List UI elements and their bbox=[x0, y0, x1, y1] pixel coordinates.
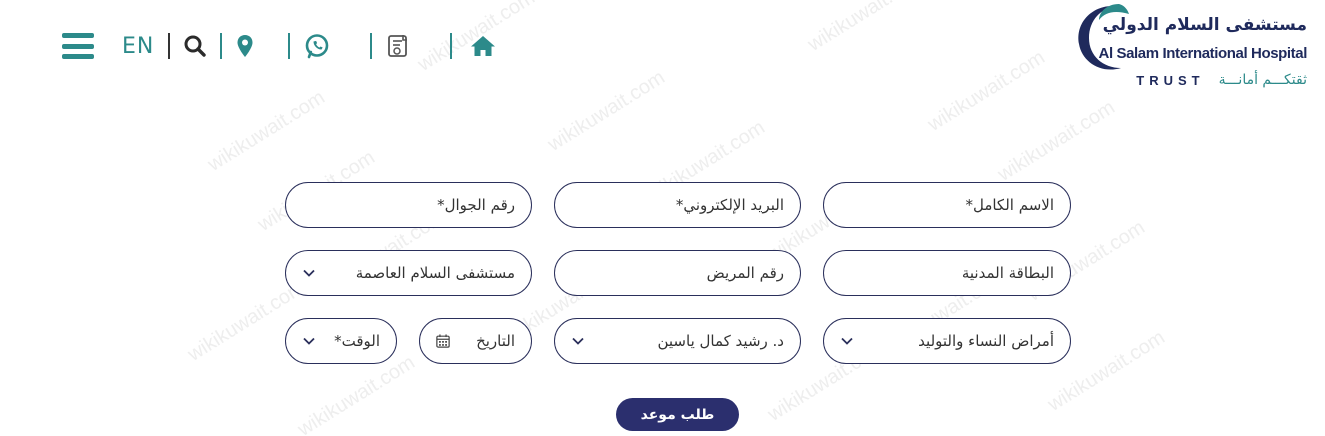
menu-icon[interactable] bbox=[62, 33, 94, 59]
hospital-logo[interactable]: مستشفى السلام الدولي Al Salam Internatio… bbox=[1073, 2, 1309, 92]
doctor-select-value: د. رشيد كمال ياسين bbox=[657, 332, 784, 350]
watermark-text: wikikuwait.com bbox=[544, 66, 669, 156]
nav-divider bbox=[168, 33, 171, 59]
patient-number-placeholder: رقم المريض bbox=[706, 264, 784, 282]
time-select-value: الوقت* bbox=[334, 332, 380, 350]
logo-tagline: TRUST ثقتكـــم أمانـــة bbox=[1136, 72, 1307, 88]
search-icon[interactable] bbox=[184, 35, 207, 57]
logo-english-name: Al Salam International Hospital bbox=[1098, 45, 1308, 62]
chevron-down-icon bbox=[840, 334, 854, 348]
time-select[interactable]: الوقت* bbox=[285, 318, 397, 364]
watermark-text: wikikuwait.com bbox=[804, 0, 929, 56]
doctor-select[interactable]: د. رشيد كمال ياسين bbox=[554, 318, 801, 364]
nav-divider bbox=[450, 33, 453, 59]
crescent-logo-icon bbox=[1078, 4, 1129, 70]
chevron-down-icon bbox=[302, 334, 316, 348]
watermark-text: wikikuwait.com bbox=[204, 86, 329, 176]
mobile-field[interactable]: رقم الجوال* bbox=[285, 182, 532, 228]
language-toggle[interactable]: EN bbox=[122, 34, 154, 59]
full-name-field[interactable]: الاسم الكامل* bbox=[823, 182, 1071, 228]
logo-arabic-name: مستشفى السلام الدولي bbox=[1102, 15, 1307, 35]
logo-tagline-ar: ثقتكـــم أمانـــة bbox=[1218, 72, 1307, 88]
hospital-select-value: مستشفى السلام العاصمة bbox=[355, 264, 515, 282]
nav-divider bbox=[370, 33, 373, 59]
department-select[interactable]: أمراض النساء والتوليد bbox=[823, 318, 1071, 364]
whatsapp-icon[interactable] bbox=[304, 33, 330, 59]
nav-divider bbox=[288, 33, 291, 59]
calendar-icon[interactable] bbox=[436, 334, 450, 348]
patient-number-field[interactable]: رقم المريض bbox=[554, 250, 801, 296]
civil-id-field[interactable]: البطاقة المدنية bbox=[823, 250, 1071, 296]
appointment-card-icon[interactable] bbox=[386, 33, 410, 59]
hospital-select[interactable]: مستشفى السلام العاصمة bbox=[285, 250, 532, 296]
date-field[interactable]: التاريخ bbox=[419, 318, 532, 364]
header-nav: EN bbox=[62, 26, 496, 66]
nav-divider bbox=[220, 33, 223, 59]
watermark-text: wikikuwait.com bbox=[924, 46, 1049, 136]
request-appointment-button[interactable]: طلب موعد bbox=[616, 398, 739, 431]
logo-tagline-en: TRUST bbox=[1136, 72, 1205, 88]
chevron-down-icon bbox=[302, 266, 316, 280]
full-name-placeholder: الاسم الكامل* bbox=[965, 196, 1054, 214]
email-placeholder: البريد الإلكتروني* bbox=[675, 196, 784, 214]
watermark-text: wikikuwait.com bbox=[294, 351, 419, 436]
date-placeholder: التاريخ bbox=[476, 332, 515, 350]
email-field[interactable]: البريد الإلكتروني* bbox=[554, 182, 801, 228]
chevron-down-icon bbox=[571, 334, 585, 348]
civil-id-placeholder: البطاقة المدنية bbox=[961, 264, 1054, 282]
home-icon[interactable] bbox=[470, 35, 496, 57]
location-pin-icon[interactable] bbox=[236, 34, 254, 58]
mobile-placeholder: رقم الجوال* bbox=[437, 196, 515, 214]
watermark-text: wikikuwait.com bbox=[994, 96, 1119, 186]
department-select-value: أمراض النساء والتوليد bbox=[918, 332, 1054, 350]
